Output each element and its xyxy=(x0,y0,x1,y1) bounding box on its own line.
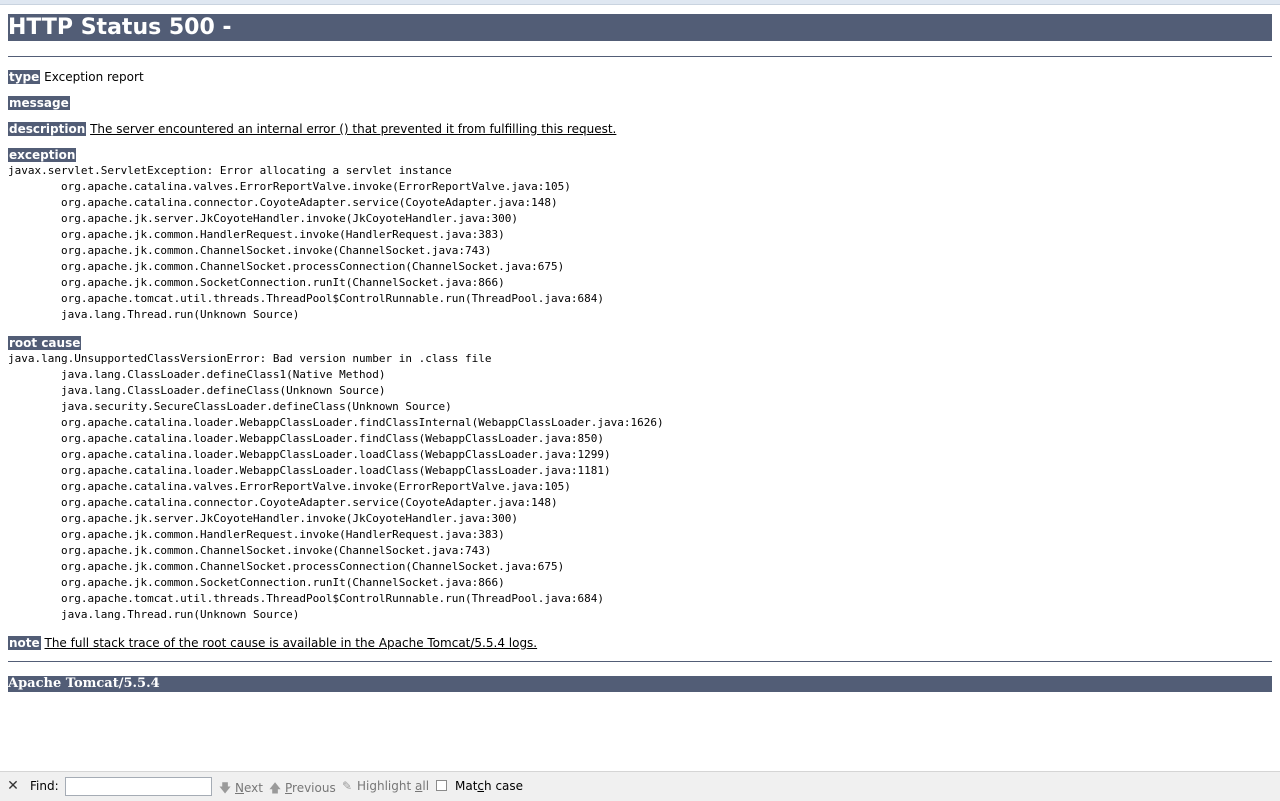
find-next-button[interactable]: 🡇 Next xyxy=(218,779,263,800)
note-value: The full stack trace of the root cause i… xyxy=(44,636,538,650)
divider xyxy=(8,661,1272,662)
arrow-down-icon: 🡇 xyxy=(218,781,232,795)
find-input[interactable] xyxy=(65,777,212,796)
match-case-label-post: h case xyxy=(484,779,524,793)
exception-line: exception xyxy=(8,147,1272,163)
match-case-label-pre: Mat xyxy=(455,779,478,793)
description-line: description The server encountered an in… xyxy=(8,121,1272,137)
description-label: description xyxy=(8,122,87,136)
type-line: type Exception report xyxy=(8,69,1272,85)
browser-top-strip xyxy=(0,0,1280,5)
exception-label: exception xyxy=(8,148,77,162)
type-value: Exception report xyxy=(44,70,144,84)
root-cause-line: root cause xyxy=(8,335,1272,351)
note-line: note The full stack trace of the root ca… xyxy=(8,635,1272,651)
close-icon[interactable]: ✕ xyxy=(6,779,20,793)
match-case-label[interactable]: Match case xyxy=(455,779,523,793)
find-bar: ✕ Find: 🡇 Next 🡅 Previous ✎ Highlight all M… xyxy=(0,771,1280,801)
arrow-up-icon: 🡅 xyxy=(268,781,282,795)
note-label: note xyxy=(8,636,41,650)
divider xyxy=(8,56,1272,57)
exception-stack-trace: javax.servlet.ServletException: Error al… xyxy=(8,164,605,321)
find-next-accesskey: N xyxy=(235,781,244,795)
message-line: message xyxy=(8,95,1272,111)
find-label: Find: xyxy=(30,779,59,793)
highlight-all-label: Highlight xyxy=(357,779,415,793)
highlighter-icon: ✎ xyxy=(341,779,353,793)
find-previous-button[interactable]: 🡅 Previous xyxy=(268,779,336,800)
find-previous-accesskey: P xyxy=(285,781,293,795)
error-page: HTTP Status 500 - type Exception report … xyxy=(8,14,1272,692)
type-label: type xyxy=(8,70,41,84)
page-title: HTTP Status 500 - xyxy=(8,14,1272,41)
message-label: message xyxy=(8,96,70,110)
server-info-footer: Apache Tomcat/5.5.4 xyxy=(8,676,1272,692)
root-cause-stack-trace: java.lang.UnsupportedClassVersionError: … xyxy=(8,352,664,621)
match-case-checkbox[interactable] xyxy=(436,780,447,791)
highlight-all-label-post: ll xyxy=(422,779,430,793)
find-next-label: ext xyxy=(243,781,263,795)
description-value: The server encountered an internal error… xyxy=(90,122,617,136)
highlight-all-button[interactable]: ✎ Highlight all xyxy=(340,779,429,793)
find-previous-label: revious xyxy=(292,781,336,795)
root-cause-label: root cause xyxy=(8,336,82,350)
